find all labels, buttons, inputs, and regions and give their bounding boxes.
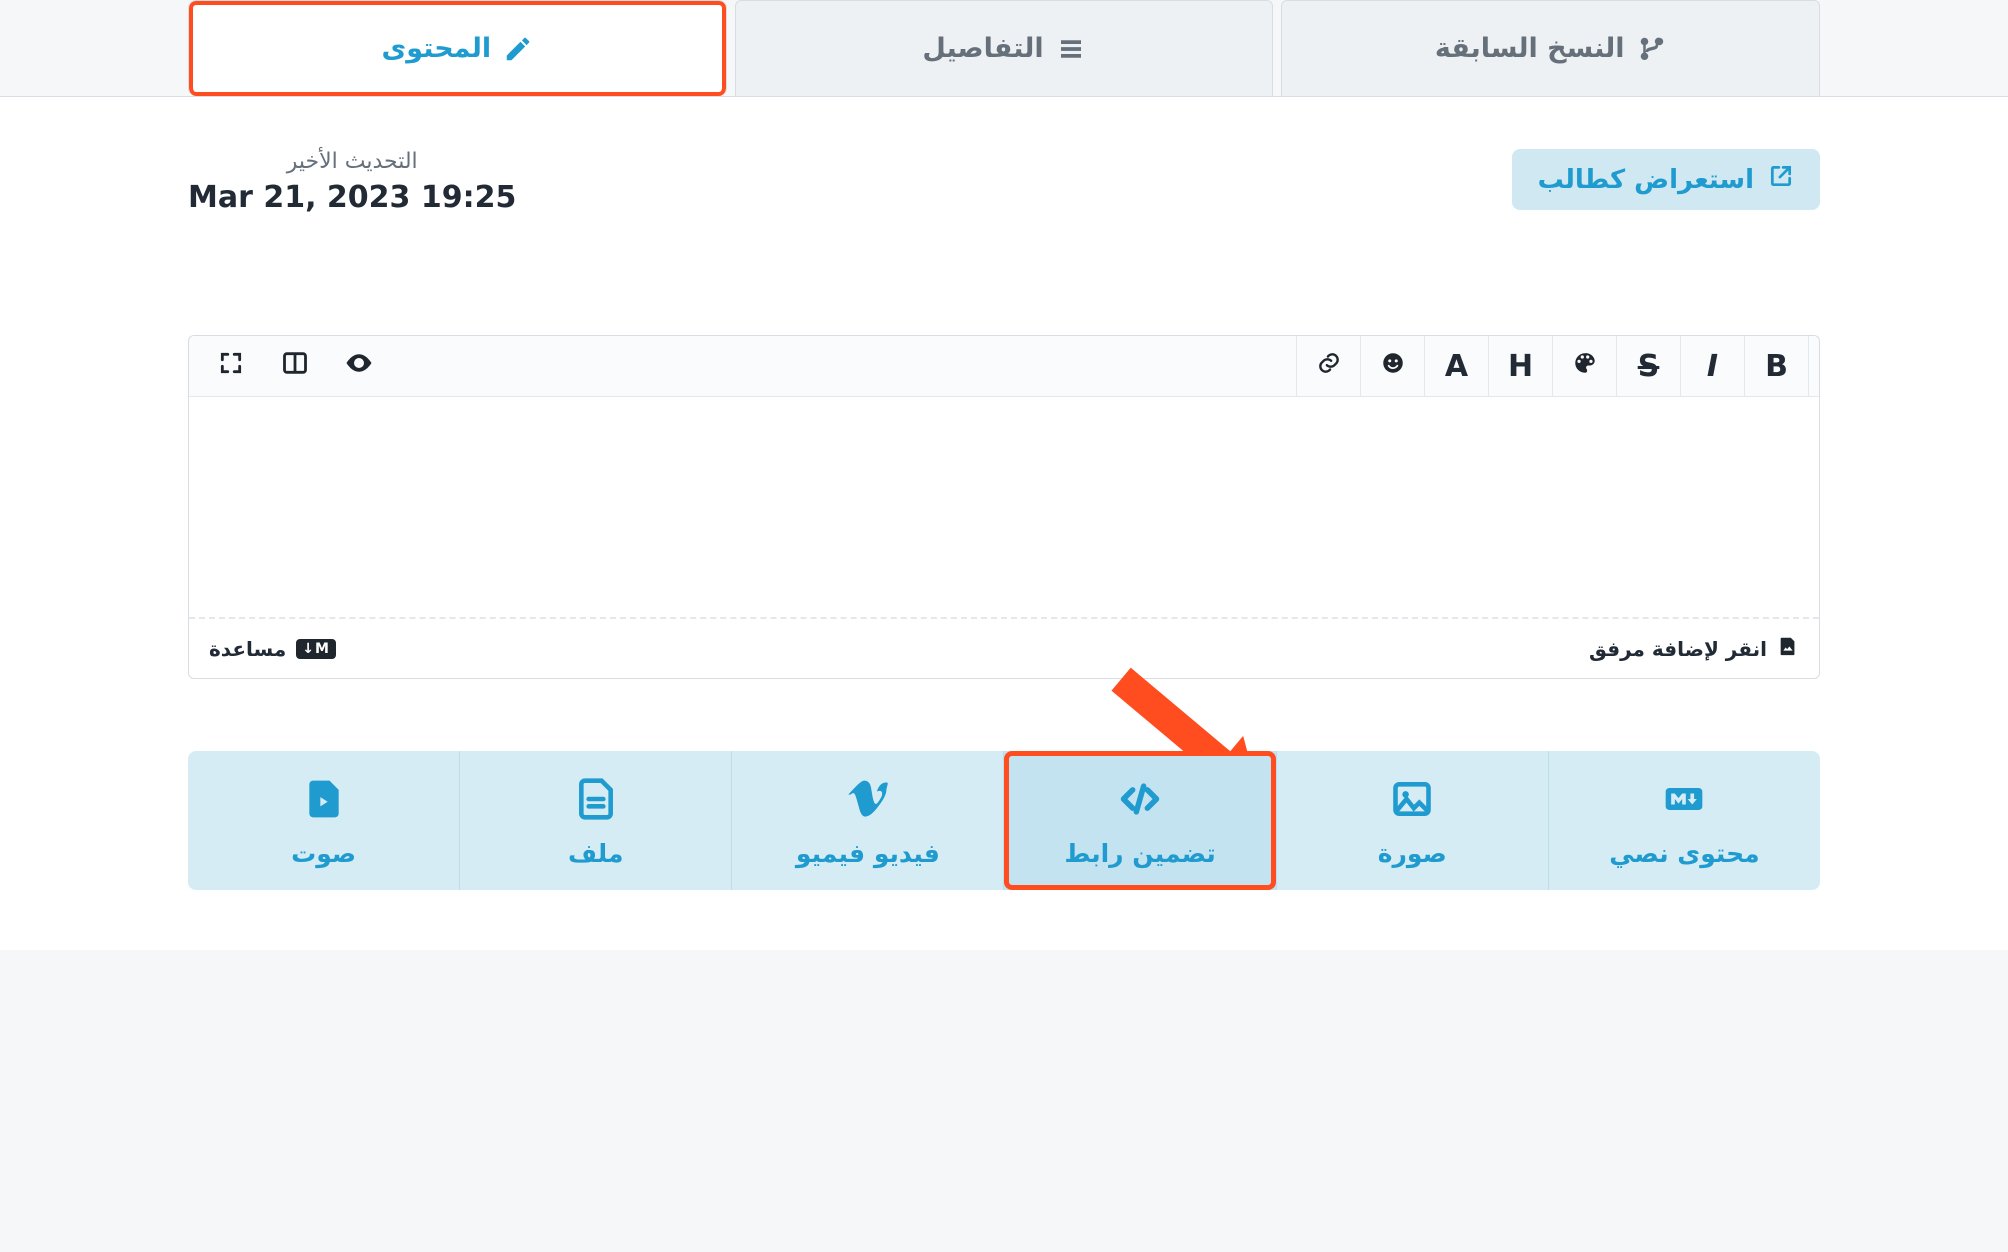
list-icon: [1056, 34, 1086, 64]
image-attach-icon: [1777, 635, 1799, 662]
tile-audio[interactable]: صوت: [188, 751, 459, 890]
external-square-icon: [1768, 163, 1794, 196]
code-icon: [1118, 777, 1162, 827]
markdown-badge: M↓: [296, 639, 336, 659]
tile-embed[interactable]: تضمين رابط: [1003, 751, 1275, 890]
emoji-button[interactable]: [1360, 336, 1424, 396]
content-page: استعراض كطالب التحديث الأخير Mar 21, 202…: [0, 97, 2008, 950]
preview-toggle-button[interactable]: [327, 336, 391, 396]
editor-footer: انقر لإضافة مرفق M↓ مساعدة: [189, 617, 1819, 678]
tile-audio-label: صوت: [291, 839, 356, 868]
page-header: استعراض كطالب التحديث الأخير Mar 21, 202…: [188, 149, 1820, 215]
font-button[interactable]: A: [1424, 336, 1488, 396]
content-type-tiles: محتوى نصي صورة تضمين رابط فيديو فيميو مل…: [188, 751, 1820, 890]
vimeo-icon: [846, 777, 890, 827]
color-button[interactable]: [1552, 336, 1616, 396]
columns-icon: [281, 349, 309, 384]
link-button[interactable]: [1296, 336, 1360, 396]
markdown-editor: B I S H A انقر لإضافة مرفق M↓: [188, 335, 1820, 679]
file-icon: [574, 777, 618, 827]
tile-file-label: ملف: [568, 839, 623, 868]
image-icon: [1390, 777, 1434, 827]
fullscreen-button[interactable]: [199, 336, 263, 396]
italic-button[interactable]: I: [1680, 336, 1744, 396]
preview-as-student-button[interactable]: استعراض كطالب: [1512, 149, 1820, 210]
pen-icon: [503, 34, 533, 64]
tab-versions[interactable]: النسخ السابقة: [1281, 0, 1820, 96]
git-branch-icon: [1637, 34, 1667, 64]
tab-content-label: المحتوى: [382, 33, 492, 64]
tab-details-label: التفاصيل: [922, 33, 1043, 64]
tabs-bar: المحتوى التفاصيل النسخ السابقة: [0, 0, 2008, 97]
attach-label: انقر لإضافة مرفق: [1589, 637, 1767, 661]
audio-file-icon: [302, 777, 346, 827]
format-tools: B I S H A: [1296, 336, 1809, 396]
tab-content[interactable]: المحتوى: [188, 0, 727, 96]
heading-button[interactable]: H: [1488, 336, 1552, 396]
help-zone[interactable]: M↓ مساعدة: [209, 637, 336, 661]
help-label: مساعدة: [209, 637, 286, 661]
bold-button[interactable]: B: [1744, 336, 1808, 396]
eye-icon: [344, 348, 374, 385]
tile-file[interactable]: ملف: [459, 751, 731, 890]
tile-text[interactable]: محتوى نصي: [1548, 751, 1820, 890]
editor-toolbar: B I S H A: [189, 336, 1819, 397]
attach-zone[interactable]: انقر لإضافة مرفق: [1589, 635, 1799, 662]
tile-image-label: صورة: [1378, 839, 1447, 868]
tile-text-label: محتوى نصي: [1609, 839, 1759, 868]
tile-vimeo-label: فيديو فيميو: [796, 839, 940, 868]
view-tools: [199, 336, 391, 396]
tab-versions-label: النسخ السابقة: [1435, 33, 1625, 64]
split-view-button[interactable]: [263, 336, 327, 396]
tile-image[interactable]: صورة: [1276, 751, 1548, 890]
expand-icon: [218, 350, 244, 383]
palette-icon: [1572, 350, 1598, 383]
markdown-icon: [1662, 777, 1706, 827]
preview-button-label: استعراض كطالب: [1538, 165, 1754, 195]
tile-vimeo[interactable]: فيديو فيميو: [731, 751, 1003, 890]
editor-textarea[interactable]: [189, 397, 1819, 617]
last-update-value: Mar 21, 2023 19:25: [188, 180, 516, 215]
smile-icon: [1380, 350, 1406, 383]
link-icon: [1316, 350, 1342, 383]
strike-button[interactable]: S: [1616, 336, 1680, 396]
last-update: التحديث الأخير Mar 21, 2023 19:25: [188, 149, 516, 215]
tile-embed-label: تضمين رابط: [1064, 839, 1215, 868]
tab-details[interactable]: التفاصيل: [735, 0, 1274, 96]
last-update-label: التحديث الأخير: [188, 149, 516, 174]
